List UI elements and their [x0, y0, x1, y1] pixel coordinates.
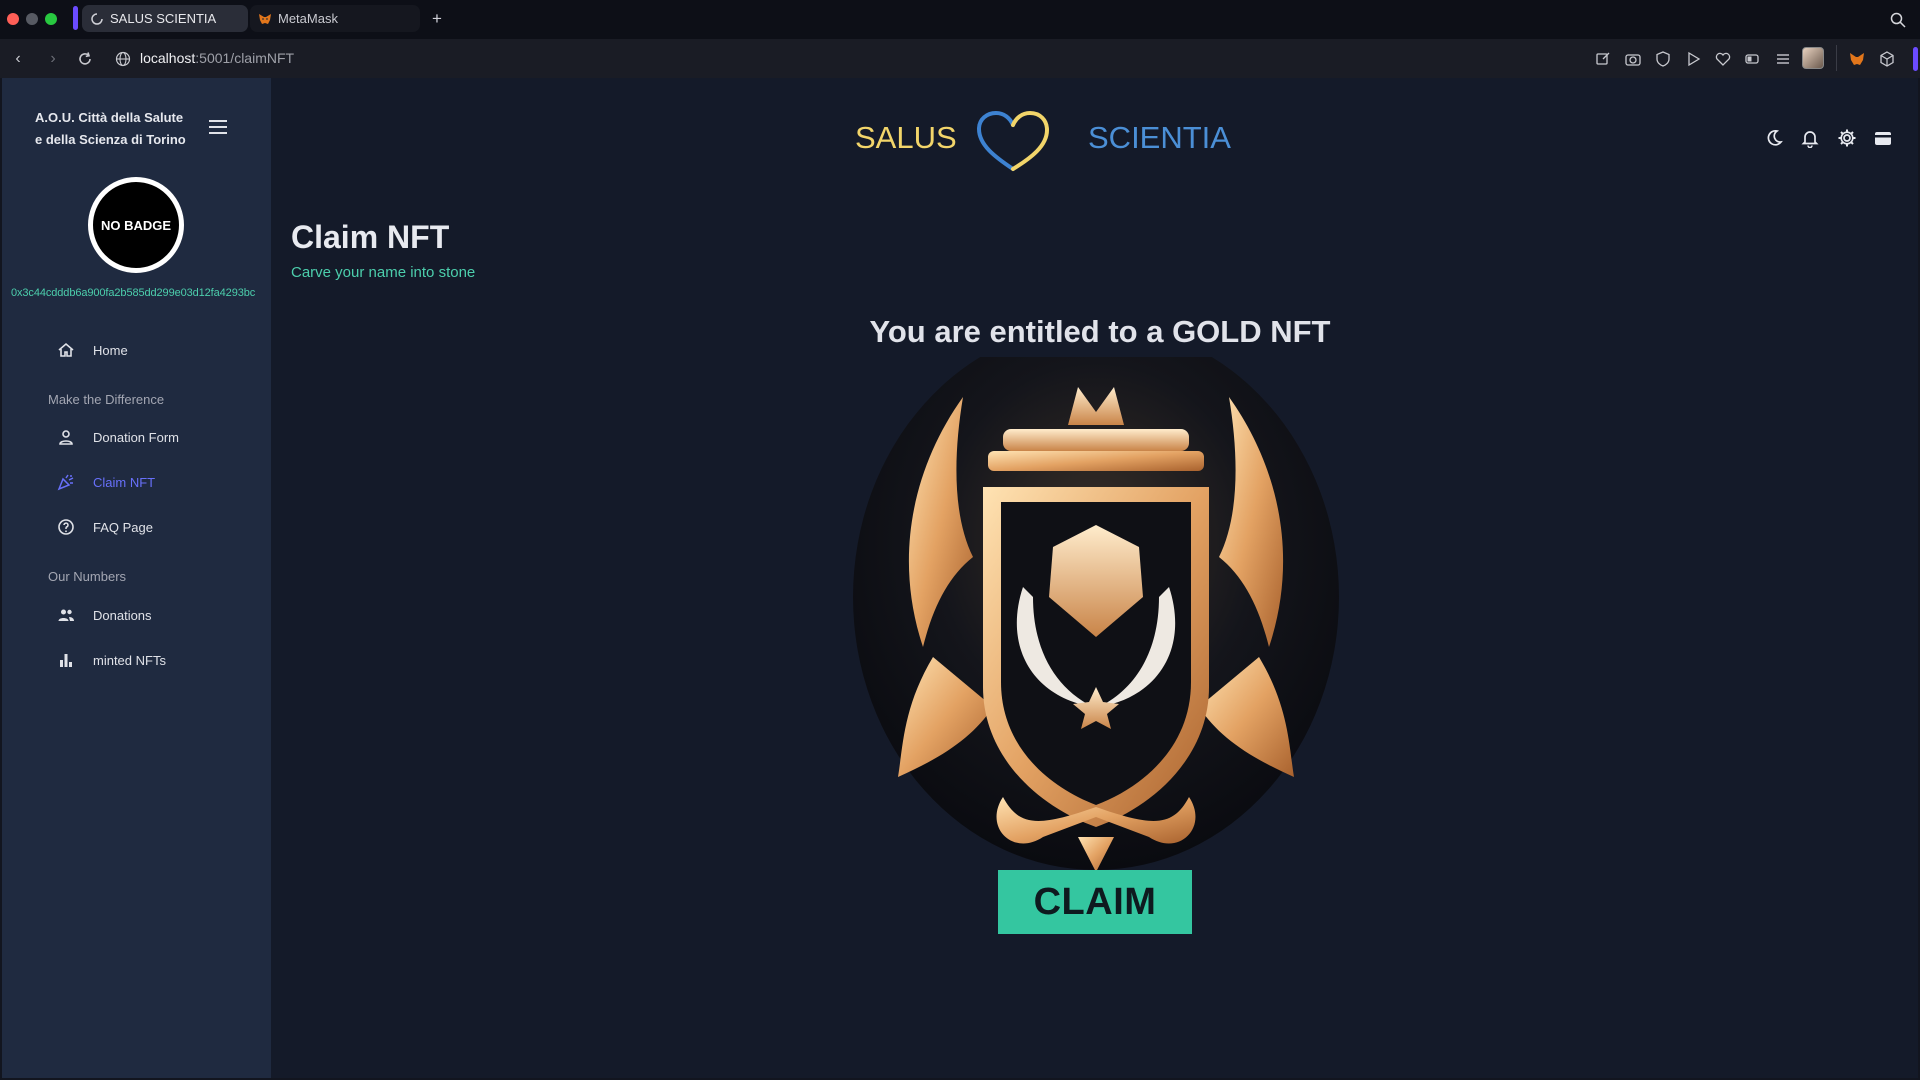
- bar-chart-icon: [60, 654, 72, 667]
- menu-lines-icon[interactable]: [1774, 50, 1792, 68]
- address-bar[interactable]: localhost:5001/claimNFT: [140, 50, 294, 66]
- sidebar-item-label: FAQ Page: [93, 519, 153, 535]
- heart-icon[interactable]: [1714, 50, 1732, 68]
- profile-avatar[interactable]: [1802, 47, 1824, 69]
- org-line-2: e della Scienza di Torino: [35, 132, 186, 147]
- sidebar-item-donation-form[interactable]: Donation Form: [57, 426, 179, 448]
- people-icon: [58, 609, 74, 621]
- minimize-window-button[interactable]: [26, 13, 38, 25]
- site-info-icon[interactable]: [115, 51, 131, 67]
- badge-label: NO BADGE: [100, 217, 172, 233]
- settings-gear-icon[interactable]: [1837, 128, 1857, 148]
- reload-icon[interactable]: [76, 50, 94, 68]
- battery-icon[interactable]: [1744, 50, 1762, 68]
- tab-salus-scientia[interactable]: SALUS SCIENTIA: [82, 5, 248, 32]
- sidebar-item-claim-nft[interactable]: Claim NFT: [57, 471, 155, 493]
- person-icon: [59, 430, 73, 445]
- sidebar-item-label: Claim NFT: [93, 474, 156, 490]
- close-window-button[interactable]: [7, 13, 19, 25]
- web-page: A.O.U. Città della Salute e della Scienz…: [2, 78, 1918, 1078]
- sidebar-item-label: Donation Form: [93, 429, 179, 445]
- claim-nft-button[interactable]: CLAIM: [998, 870, 1192, 934]
- sidebar-item-faq[interactable]: FAQ Page: [57, 516, 153, 538]
- section-make-the-difference: Make the Difference: [48, 392, 165, 407]
- tab-search-icon[interactable]: [1890, 12, 1906, 28]
- shield-icon[interactable]: [1654, 50, 1672, 68]
- page-title: Claim NFT: [291, 219, 450, 255]
- url-path: :5001/claimNFT: [195, 50, 295, 66]
- tab-label: MetaMask: [278, 11, 338, 26]
- organization-name: A.O.U. Città della Salute e della Scienz…: [35, 107, 195, 151]
- back-icon[interactable]: ‹: [9, 50, 27, 68]
- sidebar-item-label: Donations: [93, 607, 152, 623]
- dark-mode-moon-icon[interactable]: [1764, 128, 1784, 148]
- help-circle-icon: [58, 519, 74, 535]
- extensions-cube-icon[interactable]: [1878, 50, 1896, 68]
- camera-icon[interactable]: [1624, 50, 1642, 68]
- sidebar-item-label: Home: [93, 342, 128, 358]
- browser-window: SALUS SCIENTIA MetaMask + ‹ › localhost:…: [0, 0, 1920, 1080]
- maximize-window-button[interactable]: [45, 13, 57, 25]
- metamask-fox-icon: [258, 12, 272, 26]
- sidebar-item-minted-nfts[interactable]: minted NFTs: [57, 649, 166, 671]
- page-subtitle: Carve your name into stone: [291, 264, 476, 281]
- party-popper-icon: [57, 474, 74, 491]
- wallet-icon[interactable]: [1873, 128, 1893, 148]
- toolbar-accent: [1913, 47, 1918, 71]
- logo-salus: SALUS: [855, 120, 957, 155]
- tab-metamask[interactable]: MetaMask: [250, 5, 420, 32]
- wallet-address: 0x3c44cdddb6a900fa2b585dd299e03d12fa4293…: [11, 287, 256, 299]
- tab-label: SALUS SCIENTIA: [110, 11, 217, 26]
- edit-icon[interactable]: [1594, 50, 1612, 68]
- address-toolbar: ‹ › localhost:5001/claimNFT: [0, 39, 1920, 78]
- sidebar: A.O.U. Città della Salute e della Scienz…: [2, 78, 271, 1078]
- sidebar-item-home[interactable]: Home: [57, 339, 128, 361]
- sidebar-item-label: minted NFTs: [93, 652, 166, 668]
- forward-icon[interactable]: ›: [44, 50, 62, 68]
- tab-strip: SALUS SCIENTIA MetaMask +: [0, 0, 1920, 39]
- hamburger-menu-icon[interactable]: [209, 120, 227, 134]
- new-tab-button[interactable]: +: [428, 10, 446, 28]
- section-our-numbers: Our Numbers: [48, 569, 127, 584]
- logo-scientia: SCIENTIA: [1088, 120, 1231, 155]
- home-icon: [58, 342, 74, 357]
- heart-logo-icon: [976, 110, 1050, 171]
- url-host: localhost: [140, 50, 196, 66]
- toolbar-divider: [1836, 45, 1837, 71]
- notifications-bell-icon[interactable]: [1800, 128, 1820, 148]
- gold-nft-emblem-image: [853, 357, 1339, 872]
- tab-group-indicator: [73, 6, 78, 30]
- org-line-1: A.O.U. Città della Salute: [35, 110, 184, 125]
- sidebar-item-donations[interactable]: Donations: [57, 604, 152, 626]
- loading-icon: [90, 12, 104, 26]
- play-icon[interactable]: [1684, 50, 1702, 68]
- metamask-extension-icon[interactable]: [1848, 50, 1866, 68]
- badge-avatar: NO BADGE: [88, 177, 184, 273]
- entitlement-message: You are entitled to a GOLD NFT: [869, 314, 1331, 349]
